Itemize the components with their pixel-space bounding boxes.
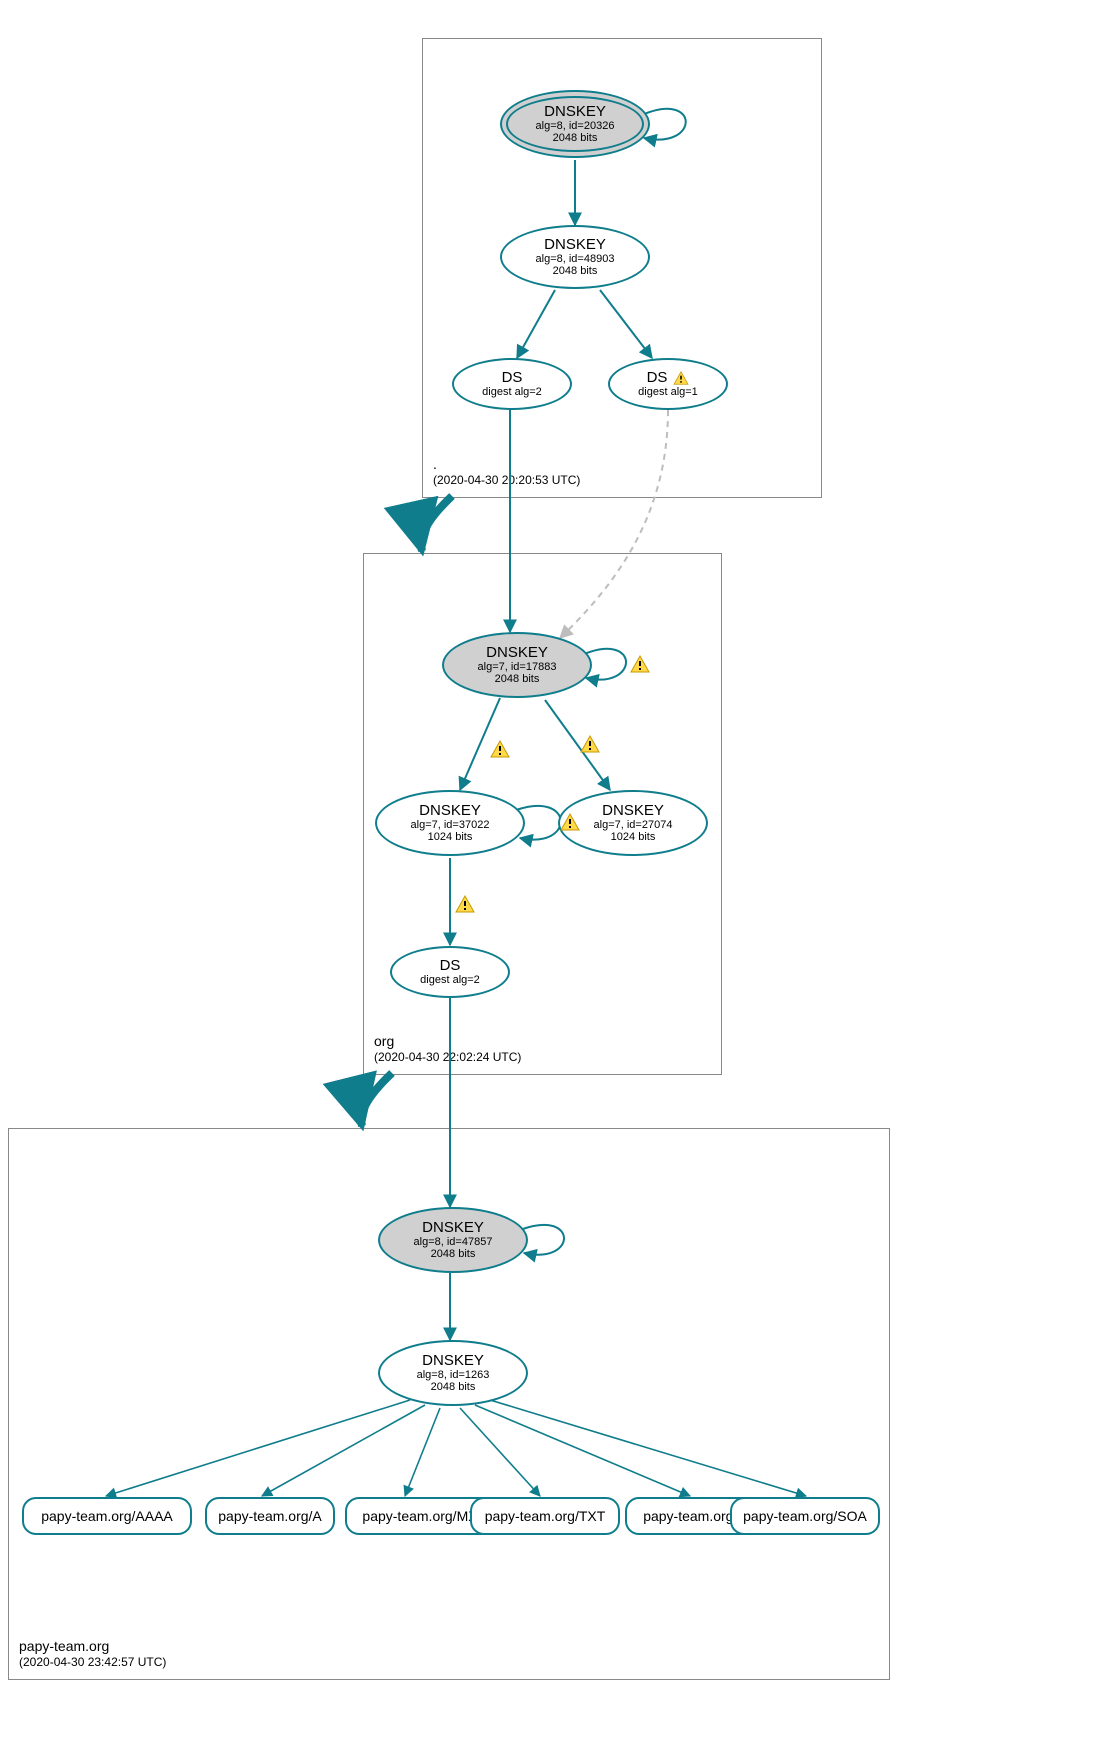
node-line3: 2048 bits	[553, 132, 598, 144]
node-line2: digest alg=2	[420, 974, 480, 986]
node-line2: alg=7, id=17883	[478, 661, 557, 673]
node-title: DS	[502, 370, 523, 387]
node-root-ds-alg1: DS digest alg=1	[608, 358, 728, 410]
node-title: DNSKEY	[544, 237, 606, 254]
rrset-txt: papy-team.org/TXT	[470, 1497, 620, 1535]
zone-root-label: . (2020-04-30 20:20:53 UTC)	[433, 455, 580, 489]
node-org-ds: DS digest alg=2	[390, 946, 510, 998]
node-title-with-warn: DS	[647, 370, 690, 387]
zone-domain-name: papy-team.org	[19, 1637, 166, 1655]
node-line2: alg=8, id=20326	[536, 120, 615, 132]
node-line2: digest alg=2	[482, 386, 542, 398]
zone-root-name: .	[433, 455, 580, 473]
zone-domain-label: papy-team.org (2020-04-30 23:42:57 UTC)	[19, 1637, 166, 1671]
node-title: DNSKEY	[544, 104, 606, 121]
node-line2: alg=8, id=47857	[414, 1236, 493, 1248]
node-line3: 2048 bits	[553, 265, 598, 277]
node-line3: 1024 bits	[428, 831, 473, 843]
node-org-zsk1: DNSKEY alg=7, id=37022 1024 bits	[375, 790, 525, 856]
node-root-ksk: DNSKEY alg=8, id=20326 2048 bits	[500, 90, 650, 158]
node-title: DNSKEY	[486, 645, 548, 662]
node-dom-zsk: DNSKEY alg=8, id=1263 2048 bits	[378, 1340, 528, 1406]
node-org-ksk: DNSKEY alg=7, id=17883 2048 bits	[442, 632, 592, 698]
node-line3: 1024 bits	[611, 831, 656, 843]
rrset-a: papy-team.org/A	[205, 1497, 335, 1535]
zone-root-timestamp: (2020-04-30 20:20:53 UTC)	[433, 473, 580, 489]
warning-icon	[673, 371, 689, 385]
node-line3: 2048 bits	[431, 1248, 476, 1260]
node-root-ds-alg2: DS digest alg=2	[452, 358, 572, 410]
node-title: DNSKEY	[422, 1353, 484, 1370]
node-org-zsk2: DNSKEY alg=7, id=27074 1024 bits	[558, 790, 708, 856]
zone-tld-name: org	[374, 1032, 521, 1050]
node-line2: digest alg=1	[638, 386, 698, 398]
zone-domain-timestamp: (2020-04-30 23:42:57 UTC)	[19, 1655, 166, 1671]
edge-org-to-dom-delegation	[361, 1073, 392, 1126]
dnsviz-diagram: . (2020-04-30 20:20:53 UTC) org (2020-04…	[0, 0, 1111, 1742]
node-title: DNSKEY	[602, 803, 664, 820]
node-title: DS	[440, 958, 461, 975]
node-line3: 2048 bits	[495, 673, 540, 685]
node-line2: alg=8, id=48903	[536, 253, 615, 265]
rrset-aaaa: papy-team.org/AAAA	[22, 1497, 192, 1535]
node-title: DS	[647, 370, 668, 387]
edge-root-to-org-delegation	[421, 496, 452, 551]
node-line2: alg=8, id=1263	[417, 1369, 490, 1381]
node-root-zsk: DNSKEY alg=8, id=48903 2048 bits	[500, 225, 650, 289]
node-line2: alg=7, id=37022	[411, 819, 490, 831]
node-title: DNSKEY	[419, 803, 481, 820]
node-dom-ksk: DNSKEY alg=8, id=47857 2048 bits	[378, 1207, 528, 1273]
node-line2: alg=7, id=27074	[594, 819, 673, 831]
zone-tld-timestamp: (2020-04-30 22:02:24 UTC)	[374, 1050, 521, 1066]
node-line3: 2048 bits	[431, 1381, 476, 1393]
zone-tld-label: org (2020-04-30 22:02:24 UTC)	[374, 1032, 521, 1066]
node-title: DNSKEY	[422, 1220, 484, 1237]
rrset-soa: papy-team.org/SOA	[730, 1497, 880, 1535]
